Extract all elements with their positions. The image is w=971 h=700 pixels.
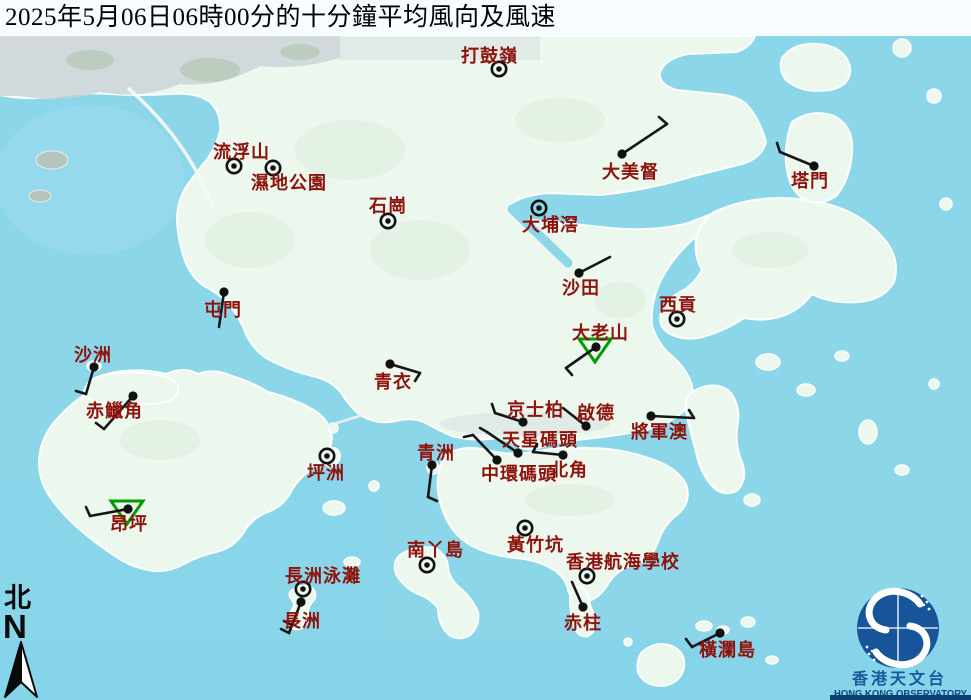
station-dot-icon [715,628,724,637]
station-label: 大埔滘 [522,214,579,235]
calm-station-center-dot [231,163,237,169]
station-label: 長洲 [283,611,321,631]
calm-station-center-dot [270,165,276,171]
station-label: 沙洲 [74,345,112,365]
calm-station-center-dot [385,218,391,224]
sea-shade-bottom [0,640,971,700]
station-dot-icon [123,504,132,513]
station-label: 北角 [550,459,588,480]
wind-map-screen: 打鼓嶺流浮山濕地公園石崗 大美督 塔門大埔滘沙田西貢 屯門大老山沙洲赤鱲角 青衣京士柏啟… [0,0,971,700]
station-label: 長洲泳灘 [285,565,361,586]
deep-bay-water [0,105,185,255]
calm-station-center-dot [536,205,542,211]
calm-station-center-dot [584,573,590,579]
station-label: 中環碼頭 [481,463,557,484]
station-dot-icon [385,359,394,368]
station-label: 赤柱 [564,612,602,633]
hong-kong-wind-map: 打鼓嶺流浮山濕地公園石崗 大美督 塔門大埔滘沙田西貢 屯門大老山沙洲赤鱲角 青衣京士柏啟… [0,0,971,700]
calm-station-center-dot [424,562,430,568]
station-label: 將軍澳 [631,421,688,442]
calm-station-center-dot [324,453,330,459]
station-dot-icon [219,287,228,296]
station-dot-icon [574,268,583,277]
po-toi-islands [638,644,685,686]
calm-station-center-dot [522,525,528,531]
hko-logo-zh-text: 香港天文台 [851,669,947,688]
station-label: 南丫島 [407,539,464,560]
station-label: 屯門 [204,299,242,320]
station-label: 石崗 [368,195,407,216]
station-dot-icon [809,161,818,170]
station-label: 塔門 [791,170,829,191]
north-compass: 北 N [0,578,50,700]
station-dot-icon [617,149,626,158]
station-label: 香港航海學校 [565,551,680,572]
station-label: 赤鱲角 [86,400,143,421]
station-dot-icon [646,411,655,420]
station-label: 青洲 [417,443,455,463]
station-label: 京士柏 [507,399,564,420]
station-dot-icon [578,602,587,611]
kat-o-island [781,44,851,91]
station-dot-icon [591,342,600,351]
station-label: 昂坪 [110,514,148,534]
station-dot-icon [296,597,305,606]
calm-station-center-dot [674,316,680,322]
station-label: 啟德 [577,402,615,423]
calm-station-center-dot [496,66,502,72]
calm-station-center-dot [300,586,306,592]
compass-north-en-label: N [3,608,27,645]
station-label: 濕地公園 [251,172,327,193]
logo-navy-strip [830,695,971,700]
station-label: 沙田 [562,278,600,298]
map-title: 2025年5月06日06時00分的十分鐘平均風向及風速 [0,0,971,36]
station-dot-icon [558,450,567,459]
station-label: 黃竹坑 [506,534,564,555]
station-label: 坪洲 [307,463,345,483]
hko-logo: 香港天文台 HONG KONG OBSERVATORY [830,582,971,700]
north-arrow-icon [5,642,37,697]
station-dot-icon [128,391,137,400]
station-label: 大美督 [602,161,659,182]
station-label: 打鼓嶺 [461,45,518,66]
station-label: 大老山 [572,322,629,343]
station-label: 天星碼頭 [502,430,578,450]
station-label: 流浮山 [213,141,270,162]
station-label: 西貢 [659,295,697,315]
station-label: 青衣 [374,371,412,392]
station-label: 橫瀾島 [699,639,756,660]
